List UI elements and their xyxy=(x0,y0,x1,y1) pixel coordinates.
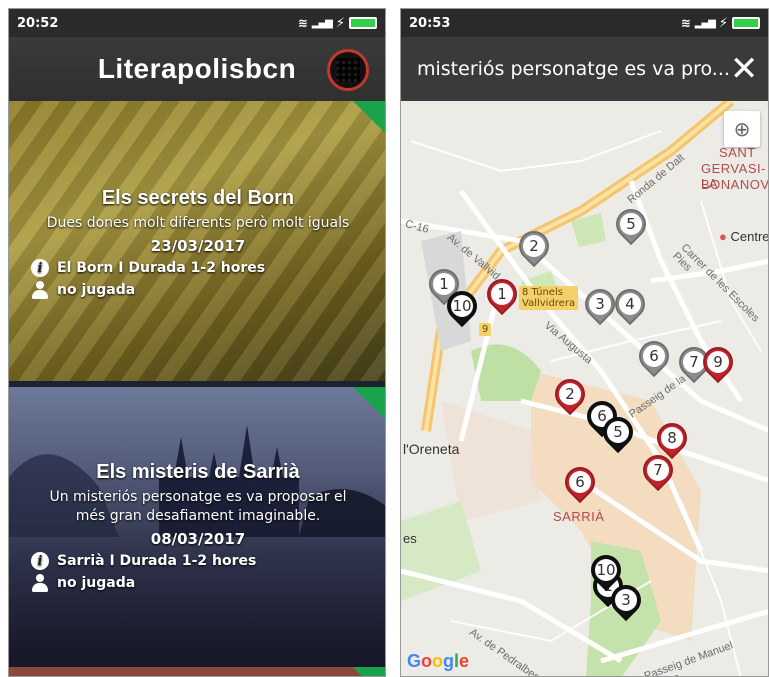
map-pin-gray[interactable]: 5 xyxy=(609,202,653,249)
card-title: Els misteris de Sarrià xyxy=(96,461,300,483)
list-screen: 20:52 ≋ ▂▄▆ ⚡ Literapolisbcn Els secrets… xyxy=(8,8,386,677)
route-card-partial[interactable] xyxy=(9,667,385,676)
pin-number: 8 xyxy=(661,427,683,449)
pin-number: 9 xyxy=(707,351,729,373)
info-icon: i xyxy=(31,552,49,570)
info-icon: i xyxy=(31,259,49,277)
card-description: Un misteriós personatge es va proposar e… xyxy=(49,489,347,524)
map-pin-gray[interactable]: 6 xyxy=(632,334,676,381)
user-icon xyxy=(31,281,49,299)
map-pin-red[interactable]: 6 xyxy=(558,460,602,507)
pin-number: 4 xyxy=(619,293,641,315)
close-icon[interactable]: ✕ xyxy=(730,52,759,86)
route-card[interactable]: Els misteris de Sarrià Un misteriós pers… xyxy=(9,387,385,667)
map-label-centre: Centre xyxy=(730,229,769,244)
pin-number: 3 xyxy=(589,293,611,315)
user-icon xyxy=(31,574,49,592)
charging-icon: ⚡ xyxy=(335,15,345,31)
map-pin-red[interactable]: 9 xyxy=(696,340,740,387)
map-pin-black[interactable]: 10 xyxy=(584,548,628,595)
card-date: 23/03/2017 xyxy=(150,237,246,255)
search-title[interactable]: misteriós personatge es va pro... xyxy=(417,58,730,80)
wifi-icon: ≋ xyxy=(680,16,691,30)
pin-number: 2 xyxy=(559,383,581,405)
corner-flag-icon xyxy=(353,667,385,676)
map-pin-red[interactable]: 1 xyxy=(480,272,524,319)
status-time: 20:53 xyxy=(409,15,451,31)
train-tunnels-label: 8 Túnels Vallvidrera xyxy=(519,286,579,310)
pin-number: 6 xyxy=(643,345,665,367)
battery-icon xyxy=(349,17,377,29)
pin-number: 6 xyxy=(569,471,591,493)
map-pin-black[interactable]: 10 xyxy=(440,284,484,331)
card-title: Els secrets del Born xyxy=(101,187,295,209)
pin-number: 2 xyxy=(523,235,545,257)
app-header: Literapolisbcn xyxy=(9,37,385,101)
map-label-oreneta: l'Oreneta xyxy=(403,441,460,457)
battery-icon xyxy=(732,17,760,29)
app-title: Literapolisbcn xyxy=(97,53,297,84)
map-view[interactable]: SANT GERVASI-LA BONANOVA ● Centre l'Oren… xyxy=(401,101,769,676)
map-screen: 20:53 ≋ ▂▄▆ ⚡ misteriós personatge es va… xyxy=(400,8,769,677)
map-pin-gray[interactable]: 3 xyxy=(578,282,622,329)
wifi-icon: ≋ xyxy=(297,16,308,30)
map-label-sarria: SARRIÀ xyxy=(553,509,605,524)
signal-icon: ▂▄▆ xyxy=(311,17,333,29)
map-pin-gray[interactable]: 2 xyxy=(512,224,556,271)
pin-number: 1 xyxy=(491,283,513,305)
app-logo-icon[interactable] xyxy=(327,49,369,91)
status-bar: 20:52 ≋ ▂▄▆ ⚡ xyxy=(9,9,385,37)
map-label-bonanova: BONANOVA xyxy=(701,177,769,192)
card-location: Sarrià I Durada 1-2 hores xyxy=(57,553,257,569)
card-state: no jugada xyxy=(57,282,136,298)
hospital-icon: ● xyxy=(719,229,727,244)
search-header: misteriós personatge es va pro... ✕ xyxy=(401,37,768,101)
corner-flag-icon xyxy=(353,387,385,421)
ronda-exit-label: 9 xyxy=(479,323,492,336)
card-description: Dues dones molt diferents però molt igua… xyxy=(46,215,350,231)
map-pin-red[interactable]: 7 xyxy=(636,448,680,495)
my-location-button[interactable]: ⊕ xyxy=(724,111,760,147)
pin-number: 5 xyxy=(620,213,642,235)
route-card[interactable]: Els secrets del Born Dues dones molt dif… xyxy=(9,101,385,381)
map-pin-gray[interactable]: 4 xyxy=(608,282,652,329)
map-label-es: es xyxy=(403,531,417,546)
map-pin-red[interactable]: 2 xyxy=(548,372,592,419)
crosshair-icon: ⊕ xyxy=(733,117,751,141)
map-label-sant: SANT xyxy=(719,145,756,160)
charging-icon: ⚡ xyxy=(718,15,728,31)
pin-number: 7 xyxy=(647,459,669,481)
google-logo: Google xyxy=(407,651,470,671)
map-pin-black[interactable]: 5 xyxy=(596,410,640,457)
status-bar: 20:53 ≋ ▂▄▆ ⚡ xyxy=(401,9,768,37)
card-state: no jugada xyxy=(57,575,136,591)
card-date: 08/03/2017 xyxy=(150,530,246,548)
corner-flag-icon xyxy=(353,101,385,135)
status-time: 20:52 xyxy=(17,15,59,31)
pin-number: 10 xyxy=(451,295,473,317)
pin-number: 10 xyxy=(595,559,617,581)
card-location: El Born I Durada 1-2 hores xyxy=(57,260,266,276)
signal-icon: ▂▄▆ xyxy=(694,17,716,29)
pin-number: 5 xyxy=(607,421,629,443)
